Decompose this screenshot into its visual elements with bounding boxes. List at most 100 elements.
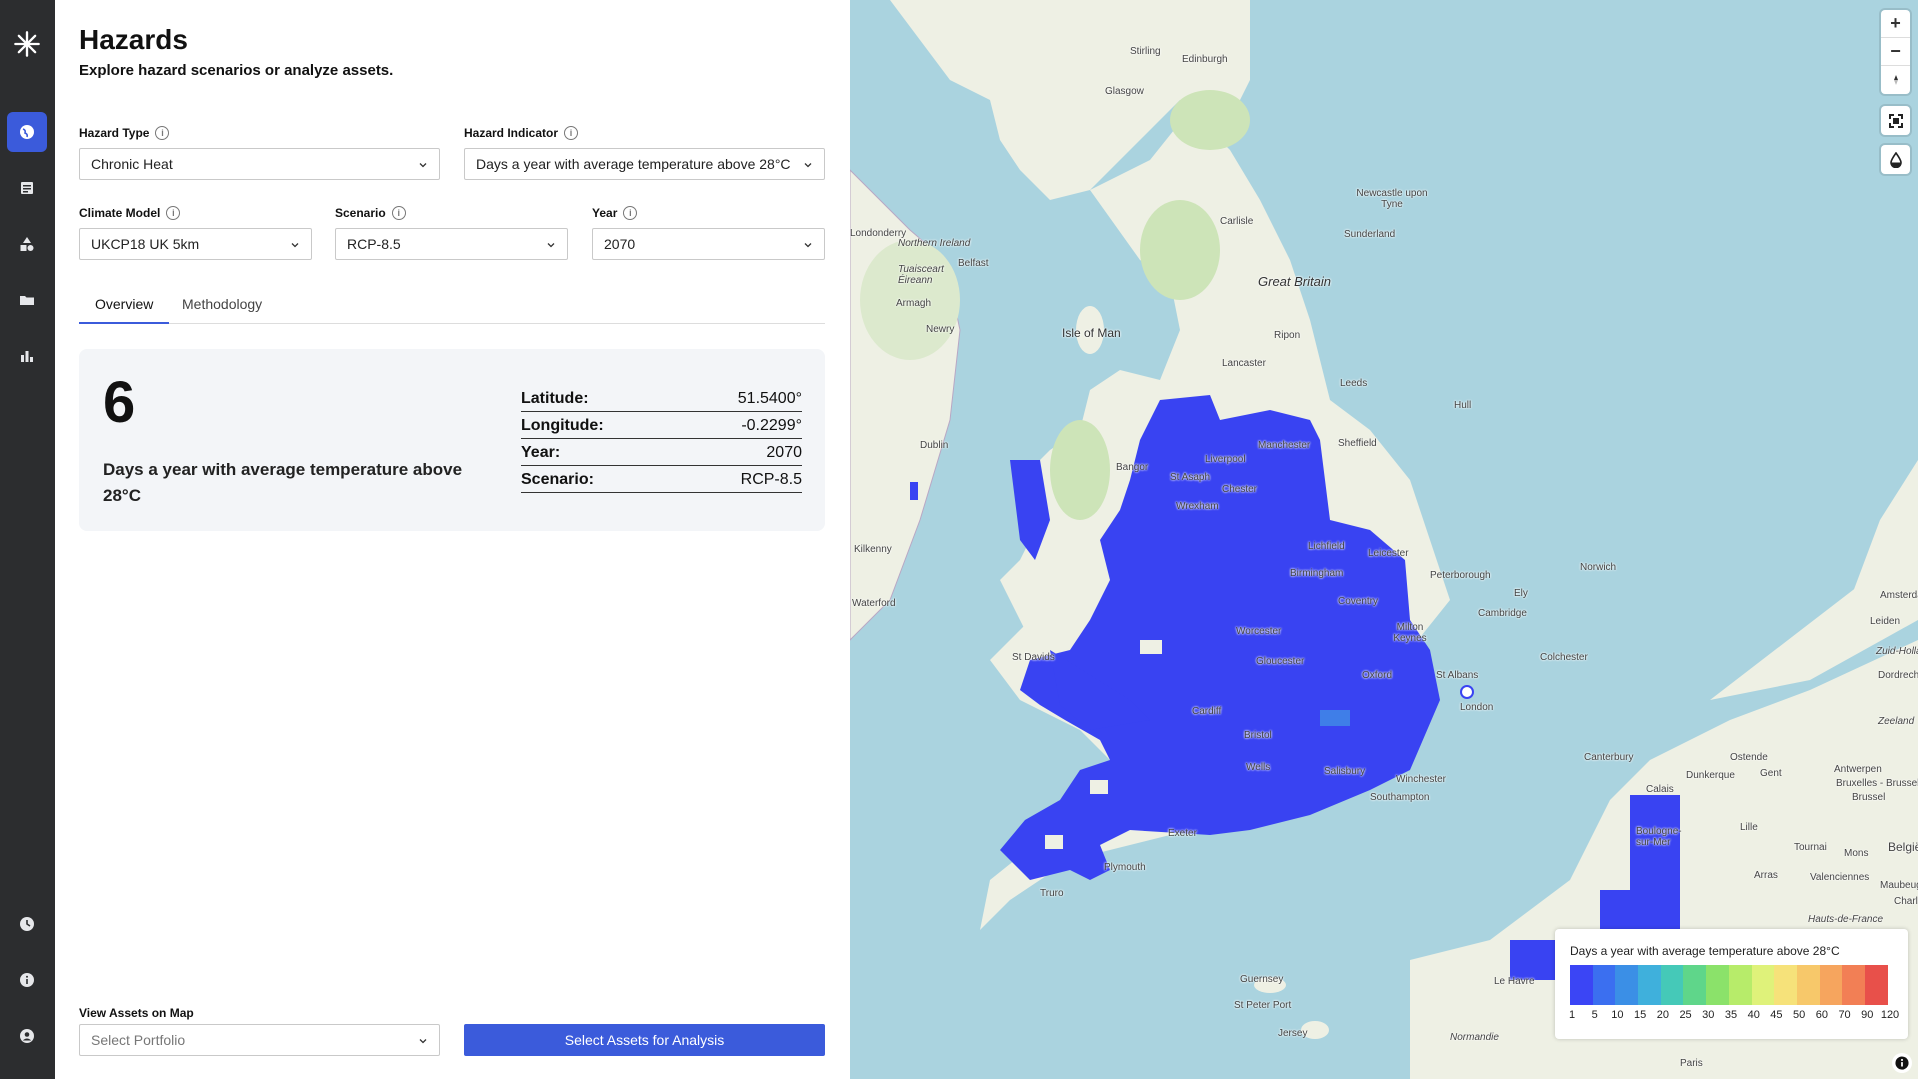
zoom-out-icon[interactable]: − — [1881, 38, 1910, 66]
map-place-label: St Albans — [1436, 670, 1479, 681]
map-place-label: Dublin — [920, 440, 949, 451]
map-place-label: Canterbury — [1584, 752, 1634, 763]
zoom-controls: + − — [1881, 10, 1910, 94]
compass-icon[interactable] — [1881, 66, 1910, 94]
map-place-label: Salisbury — [1324, 766, 1366, 777]
globe-icon — [20, 125, 34, 139]
detail-key: Year: — [521, 444, 561, 461]
map-place-label: Armagh — [896, 298, 932, 309]
legend-tick-label: 120 — [1880, 1009, 1900, 1021]
year-label: Year i — [592, 206, 638, 220]
info-icon[interactable]: i — [155, 126, 170, 140]
scenario-label-text: Scenario — [335, 206, 386, 220]
map-legend: Days a year with average temperature abo… — [1555, 929, 1908, 1039]
info-icon[interactable]: i — [166, 206, 181, 220]
fullscreen-icon[interactable] — [1881, 106, 1910, 135]
hazard-type-label-text: Hazard Type — [79, 126, 150, 140]
map-place-label: Cambridge — [1478, 608, 1527, 619]
legend-swatch — [1570, 965, 1593, 1005]
hazard-type-value: Chronic Heat — [91, 156, 173, 172]
user-icon — [20, 1029, 34, 1043]
logo-icon[interactable] — [7, 24, 47, 64]
hazard-value-description: Days a year with average temperature abo… — [103, 460, 463, 505]
hazard-indicator-select[interactable]: Days a year with average temperature abo… — [464, 148, 825, 180]
folder-icon — [20, 296, 34, 305]
chevron-down-icon — [419, 163, 427, 168]
page-subtitle: Explore hazard scenarios or analyze asse… — [79, 62, 394, 79]
detail-row-year: Year: 2070 — [521, 439, 802, 466]
map-place-label: Great Britain — [1258, 274, 1331, 289]
map-place-label: Glasgow — [1105, 86, 1144, 97]
map-place-label: Arras — [1754, 870, 1778, 881]
legend-tick-label: 1 — [1568, 1009, 1576, 1021]
legend-tick-label: 35 — [1724, 1009, 1738, 1021]
info-icon[interactable]: i — [391, 206, 406, 220]
map-place-label: Sunderland — [1344, 229, 1396, 240]
climate-model-select[interactable]: UKCP18 UK 5km — [79, 228, 312, 260]
shapes-icon — [20, 237, 34, 251]
map-place-label: Ostende — [1730, 752, 1768, 763]
sidebar-item-charts[interactable] — [7, 336, 47, 376]
legend-tick-label: 5 — [1591, 1009, 1598, 1021]
sidebar-item-info[interactable] — [7, 960, 47, 1000]
scenario-label: Scenario i — [335, 206, 406, 220]
drop-icon[interactable] — [1881, 145, 1910, 174]
zoom-in-icon[interactable]: + — [1881, 10, 1910, 38]
detail-value: 2070 — [766, 444, 802, 461]
map-place-label: Ely — [1514, 588, 1528, 599]
sidebar-item-hazards[interactable] — [7, 112, 47, 152]
map-basemap — [850, 0, 1918, 1079]
scenario-select[interactable]: RCP-8.5 — [335, 228, 568, 260]
map-place-label: Oxford — [1362, 670, 1393, 681]
map-place-label: Edinburgh — [1182, 54, 1228, 65]
map-place-label: Antwerpen — [1834, 764, 1882, 775]
legend-title: Days a year with average temperature abo… — [1570, 944, 1840, 958]
legend-tick-label: 30 — [1702, 1009, 1715, 1021]
climate-model-label: Climate Model i — [79, 206, 181, 220]
hazard-value: 6 — [103, 370, 136, 435]
attribution-info-icon[interactable] — [1892, 1053, 1912, 1073]
map-place-label: Lichfield — [1308, 541, 1345, 552]
legend-swatch — [1819, 965, 1843, 1005]
legend-tick-label: 50 — [1793, 1009, 1806, 1021]
climate-model-label-text: Climate Model — [79, 206, 161, 220]
sidebar-item-list[interactable] — [7, 168, 47, 208]
map-place-label: Brussel — [1852, 792, 1886, 803]
portfolio-select[interactable]: Select Portfolio — [79, 1024, 440, 1056]
legend-tick-label: 70 — [1838, 1009, 1851, 1021]
sidebar-item-account[interactable] — [7, 1016, 47, 1056]
legend-swatch — [1706, 965, 1729, 1005]
map-place-label: Newry — [926, 324, 955, 335]
tab-bar: Overview Methodology — [79, 292, 825, 324]
chevron-down-icon — [804, 163, 812, 168]
sidebar-item-folders[interactable] — [7, 280, 47, 320]
year-value: 2070 — [604, 236, 636, 252]
map-view[interactable]: Stirling Edinburgh Glasgow Newcastle upo… — [850, 0, 1918, 1079]
map-place-label: Hauts-de-France — [1808, 914, 1884, 925]
hazard-type-select[interactable]: Chronic Heat — [79, 148, 440, 180]
map-place-label: Stirling — [1130, 46, 1161, 57]
sidebar-item-shapes[interactable] — [7, 224, 47, 264]
legend-swatch — [1683, 965, 1707, 1005]
map-place-label: Lille — [1740, 822, 1758, 833]
map-place-label: Bruxelles - Brussel — [1836, 778, 1918, 789]
map-place-label: Leicester — [1368, 548, 1409, 559]
clock-icon — [20, 917, 34, 931]
detail-key: Latitude: — [521, 390, 589, 407]
map-place-label: London — [1460, 702, 1494, 713]
info-icon[interactable]: i — [564, 126, 579, 140]
map-place-label: Tuaisceart Éireann — [898, 264, 944, 286]
info-icon[interactable]: i — [623, 206, 638, 220]
year-select[interactable]: 2070 — [592, 228, 825, 260]
map-place-label: Newcastle upon Tyne — [1356, 188, 1428, 210]
legend-tick-label: 40 — [1747, 1009, 1760, 1021]
map-place-label: Dunkerque — [1686, 770, 1735, 781]
map-place-label: Chester — [1222, 484, 1258, 495]
sidebar-item-history[interactable] — [7, 904, 47, 944]
select-assets-button[interactable]: Select Assets for Analysis — [464, 1024, 825, 1056]
tab-methodology[interactable]: Methodology — [166, 292, 278, 324]
legend-swatch — [1796, 965, 1820, 1005]
tab-overview[interactable]: Overview — [79, 292, 170, 324]
map-place-label: Ripon — [1274, 330, 1301, 341]
detail-value: RCP-8.5 — [740, 471, 802, 488]
